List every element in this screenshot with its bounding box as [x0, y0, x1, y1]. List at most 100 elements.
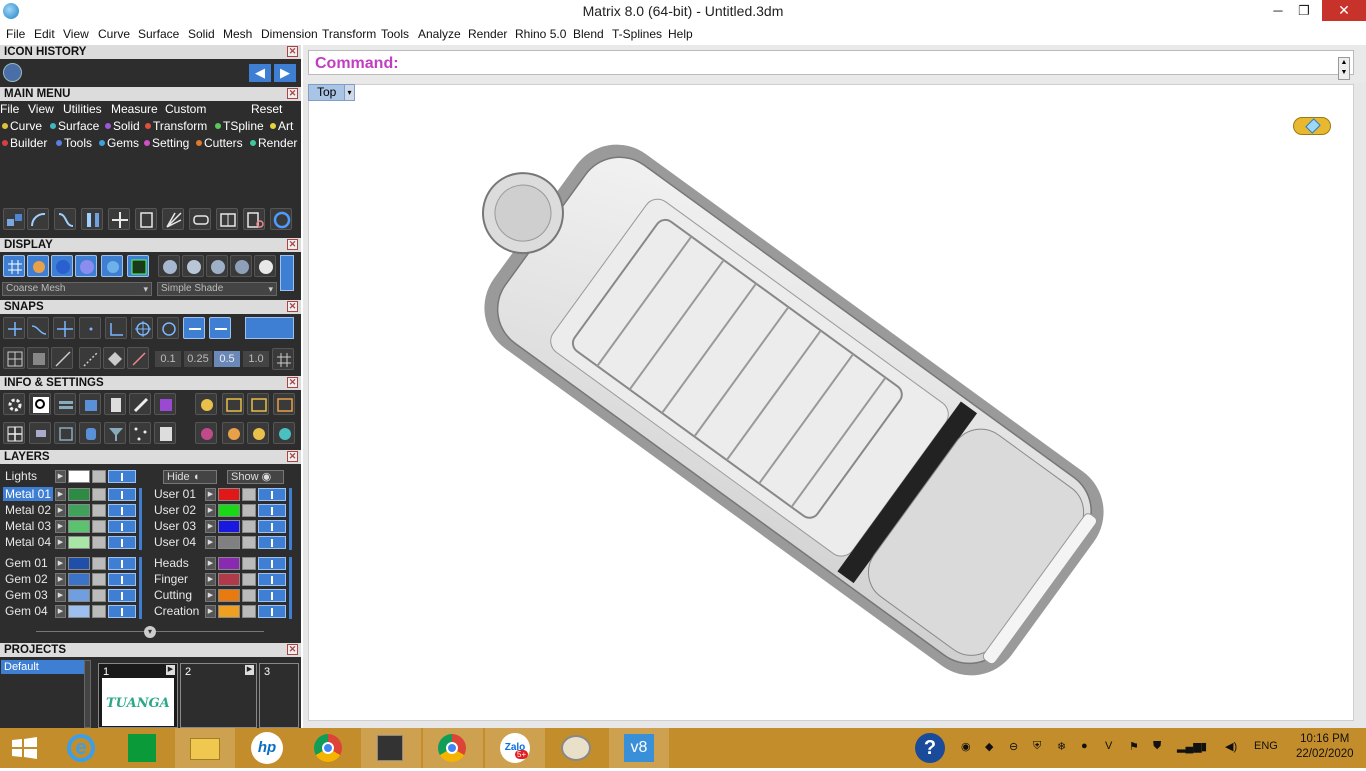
tolerance-0-1-button[interactable]: 0.1 [155, 351, 181, 367]
mm-reset[interactable]: Reset [251, 102, 282, 116]
snap-int-icon[interactable] [131, 317, 153, 339]
tolerance-0-25-button[interactable]: 0.25 [184, 351, 212, 367]
mirror-icon[interactable] [81, 208, 103, 230]
snap-end-icon[interactable] [3, 317, 25, 339]
mm-utilities[interactable]: Utilities [63, 102, 102, 116]
metal-gold-icon[interactable] [158, 255, 180, 277]
layer-gem-04[interactable]: Gem 04 [5, 604, 48, 618]
layer-metal-04[interactable]: Metal 04 [5, 535, 51, 549]
lock-icon[interactable] [92, 470, 106, 483]
mm-file[interactable]: File [0, 102, 19, 116]
mm-setting[interactable]: Setting [144, 136, 189, 150]
visibility-toggle[interactable] [108, 470, 136, 483]
snap-point-icon[interactable] [53, 317, 75, 339]
grid-snap-icon[interactable] [3, 347, 25, 369]
planar-icon[interactable] [27, 347, 49, 369]
close-button[interactable]: ✕ [1322, 0, 1366, 21]
command-input[interactable]: Command: ▲ ▼ [308, 50, 1354, 80]
layer-user-01[interactable]: User 01 [154, 487, 196, 501]
rendered-icon[interactable] [75, 255, 97, 277]
import-icon[interactable] [247, 393, 269, 415]
document-icon[interactable] [104, 393, 126, 415]
menu-dimension[interactable]: Dimension [261, 27, 318, 41]
filter-icon[interactable] [104, 422, 126, 444]
menu-blend[interactable]: Blend [573, 27, 604, 41]
box-icon[interactable] [79, 393, 101, 415]
menu-solid[interactable]: Solid [188, 27, 215, 41]
layers-stack-icon[interactable] [54, 393, 76, 415]
properties-icon[interactable] [154, 422, 176, 444]
help-icon[interactable]: ? [915, 733, 945, 763]
hide-button[interactable]: Hide ◖ [163, 470, 217, 484]
menu-tools[interactable]: Tools [381, 27, 409, 41]
snap-cen-icon[interactable] [105, 317, 127, 339]
project-default[interactable]: Default [1, 660, 84, 674]
menu-surface[interactable]: Surface [138, 27, 179, 41]
monitor-icon[interactable] [29, 422, 51, 444]
metal-chrome-icon[interactable] [206, 255, 228, 277]
menu-transform[interactable]: Transform [322, 27, 376, 41]
gem-cyan-icon[interactable] [273, 422, 295, 444]
menu-view[interactable]: View [63, 27, 89, 41]
zoom-icon[interactable] [29, 393, 51, 415]
viewport-dropdown-icon[interactable]: ▾ [344, 85, 354, 100]
mm-transform[interactable]: Transform [145, 119, 207, 133]
smarttrack-icon[interactable] [103, 347, 125, 369]
layer-gem-03[interactable]: Gem 03 [5, 588, 48, 602]
mm-custom[interactable]: Custom [165, 102, 206, 116]
export-icon[interactable] [222, 393, 244, 415]
mm-measure[interactable]: Measure [111, 102, 158, 116]
shade-select[interactable]: Simple Shade [157, 282, 277, 296]
settings-gear-icon[interactable] [3, 393, 25, 415]
history-forward-button[interactable]: ▶ [274, 64, 296, 82]
project-slot-3[interactable]: 3 [259, 663, 299, 728]
objects-icon[interactable] [3, 208, 25, 230]
snap-mid-icon[interactable] [79, 317, 101, 339]
mm-surface[interactable]: Surface [50, 119, 99, 133]
close-icon[interactable]: ✕ [287, 644, 298, 655]
layer-creation[interactable]: Creation [154, 604, 199, 618]
metal-steel-icon[interactable] [230, 255, 252, 277]
split-icon[interactable] [216, 208, 238, 230]
cut-icon[interactable] [243, 208, 265, 230]
taskbar-paint[interactable] [547, 728, 607, 768]
mm-cutters[interactable]: Cutters [196, 136, 243, 150]
color-swatch[interactable] [68, 470, 90, 483]
taskbar-store[interactable] [113, 728, 173, 768]
taskbar-hp[interactable]: hp [237, 728, 297, 768]
shield-tray-icon[interactable]: ⛨ [1033, 740, 1041, 753]
gumball-icon[interactable] [127, 347, 149, 369]
cube-wire-icon[interactable] [54, 422, 76, 444]
gem-orange-icon[interactable] [222, 422, 244, 444]
snap-tan-icon[interactable] [183, 317, 205, 339]
taskbar-matrix[interactable] [361, 728, 421, 768]
taskbar-chrome[interactable] [299, 728, 359, 768]
close-icon[interactable]: ✕ [287, 239, 298, 250]
close-icon[interactable]: ✕ [287, 451, 298, 462]
project-icon[interactable] [79, 347, 101, 369]
ortho-icon[interactable] [51, 347, 73, 369]
mm-art[interactable]: Art [270, 119, 293, 133]
link-icon[interactable] [189, 208, 211, 230]
wireframe-icon[interactable] [3, 255, 25, 277]
menu-analyze[interactable]: Analyze [418, 27, 461, 41]
grid-view-icon[interactable] [127, 255, 149, 277]
settings-alt-icon[interactable] [273, 393, 295, 415]
page-icon[interactable] [135, 208, 157, 230]
tolerance-0-5-button[interactable]: 0.5 [214, 351, 240, 367]
v8-tray-icon[interactable]: ◆ [985, 740, 993, 753]
osnap-toggle-button[interactable] [245, 317, 294, 339]
layer-metal-03[interactable]: Metal 03 [5, 519, 51, 533]
security-tray-icon[interactable]: ⛊ [1153, 740, 1161, 753]
antivirus-tray-icon[interactable]: V [1105, 740, 1112, 752]
curve-tool-icon[interactable] [54, 208, 76, 230]
edit-pencil-icon[interactable] [129, 393, 151, 415]
layer-heads[interactable]: Heads [154, 556, 189, 570]
battery-tray-icon[interactable]: ▮ [1201, 740, 1207, 753]
shaded-icon[interactable] [51, 255, 73, 277]
layer-cutting[interactable]: Cutting [154, 588, 192, 602]
layer-user-04[interactable]: User 04 [154, 535, 196, 549]
play-icon[interactable]: ▶ [245, 665, 254, 675]
xray-icon[interactable] [101, 255, 123, 277]
expand-layers-icon[interactable]: ▾ [144, 626, 156, 638]
